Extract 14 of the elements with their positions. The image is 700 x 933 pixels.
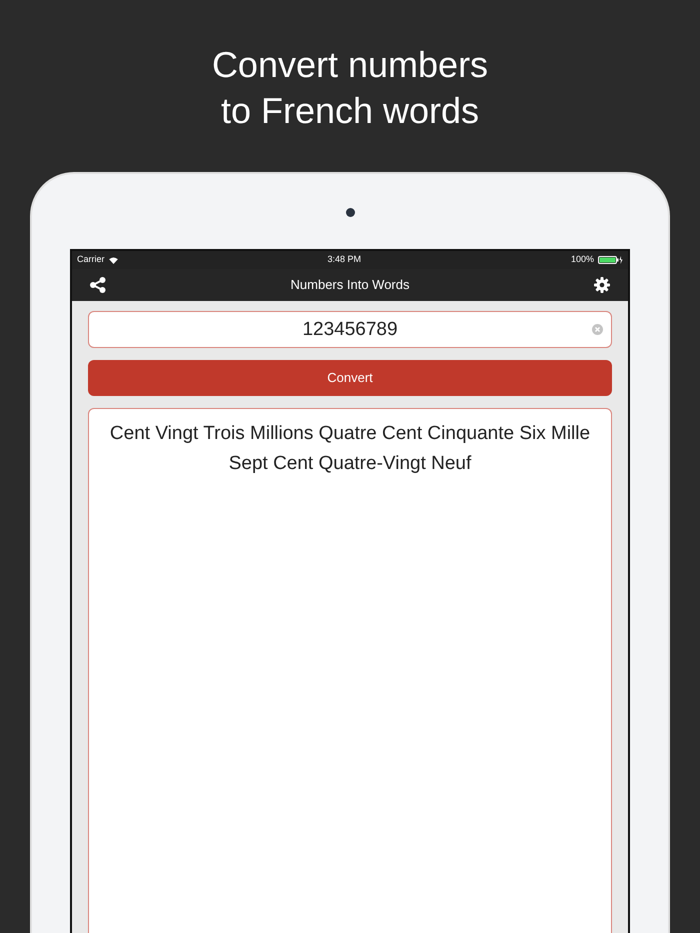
convert-button[interactable]: Convert (88, 360, 612, 396)
status-time: 3:48 PM (327, 253, 361, 266)
battery-percent: 100% (570, 253, 594, 266)
camera-icon (346, 208, 354, 217)
carrier-label: Carrier (77, 253, 105, 266)
settings-icon[interactable] (594, 277, 610, 293)
headline-line: Convert numbers (210, 43, 490, 87)
share-icon[interactable] (90, 277, 106, 293)
nav-title: Numbers Into Words (290, 276, 410, 294)
battery-icon (598, 256, 623, 264)
number-input-field[interactable]: 123456789 (88, 311, 612, 348)
headline-line: to French words (220, 89, 480, 133)
wifi-icon (108, 256, 118, 264)
result-text: Cent Vingt Trois Millions Quatre Cent Cinquante Six Mille Sept Cent Quatre-Vingt Neuf (108, 422, 592, 476)
